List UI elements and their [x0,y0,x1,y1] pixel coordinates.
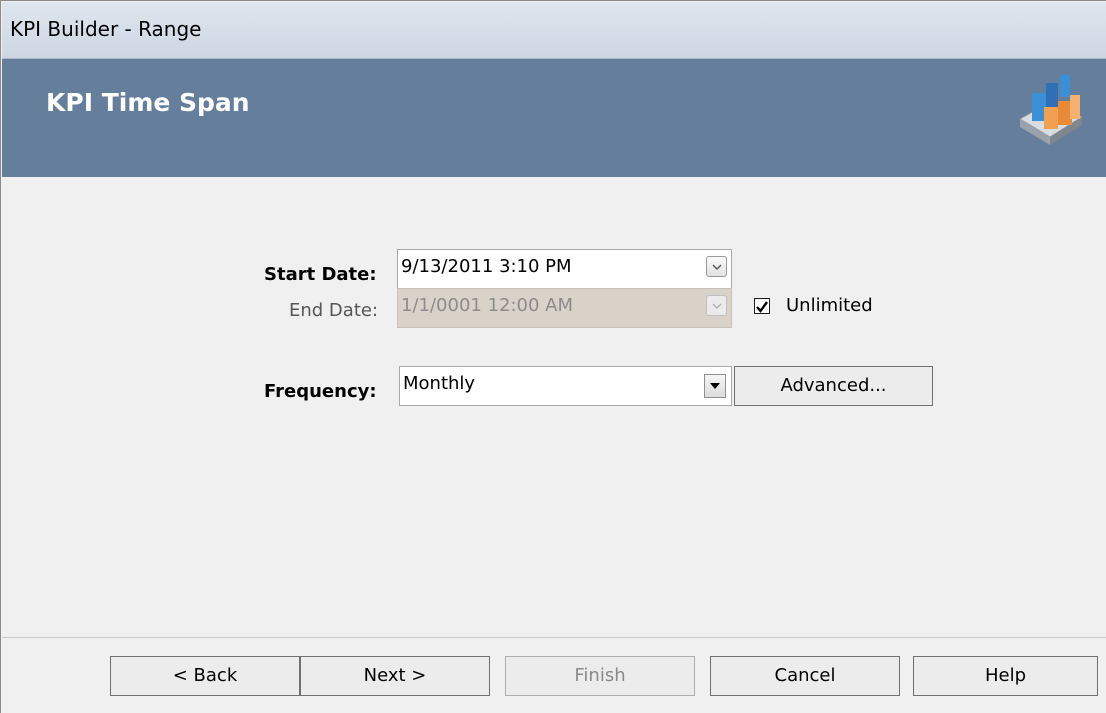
footer-bar: < Back Next > Finish Cancel Help [2,638,1106,713]
end-date-label: End Date: [289,300,379,321]
cancel-button[interactable]: Cancel [710,656,900,696]
end-date-dropdown-button[interactable] [706,295,727,316]
triangle-down-icon [710,383,720,389]
checkmark-icon [756,301,768,313]
finish-button[interactable]: Finish [505,656,695,696]
frequency-value: Monthly [403,373,476,394]
advanced-button[interactable]: Advanced... [734,366,933,406]
wizard-window: KPI Builder - Range KPI Time Span Start … [0,0,1106,713]
header-banner: KPI Time Span [2,59,1106,177]
unlimited-checkbox[interactable] [754,298,770,314]
page-title: KPI Time Span [46,88,250,117]
title-bar: KPI Builder - Range [2,2,1106,59]
chevron-down-icon [712,264,721,270]
start-date-dropdown-button[interactable] [706,256,727,277]
kpi-chart-icon [1019,75,1083,145]
help-button[interactable]: Help [913,656,1098,696]
chevron-down-icon [712,303,721,309]
content-panel: Start Date: 9/13/2011 3:10 PM End Date: … [2,177,1106,637]
start-date-value: 9/13/2011 3:10 PM [401,256,572,277]
window-title: KPI Builder - Range [10,17,202,41]
frequency-select[interactable]: Monthly [399,366,732,406]
back-button[interactable]: < Back [110,656,300,696]
end-date-picker[interactable]: 1/1/0001 12:00 AM [397,288,732,328]
start-date-label: Start Date: [264,264,377,285]
end-date-value: 1/1/0001 12:00 AM [401,295,574,316]
unlimited-label[interactable]: Unlimited [786,295,873,316]
start-date-picker[interactable]: 9/13/2011 3:10 PM [397,249,732,289]
next-button[interactable]: Next > [300,656,490,696]
frequency-dropdown-button[interactable] [704,374,726,398]
frequency-label: Frequency: [264,381,377,402]
